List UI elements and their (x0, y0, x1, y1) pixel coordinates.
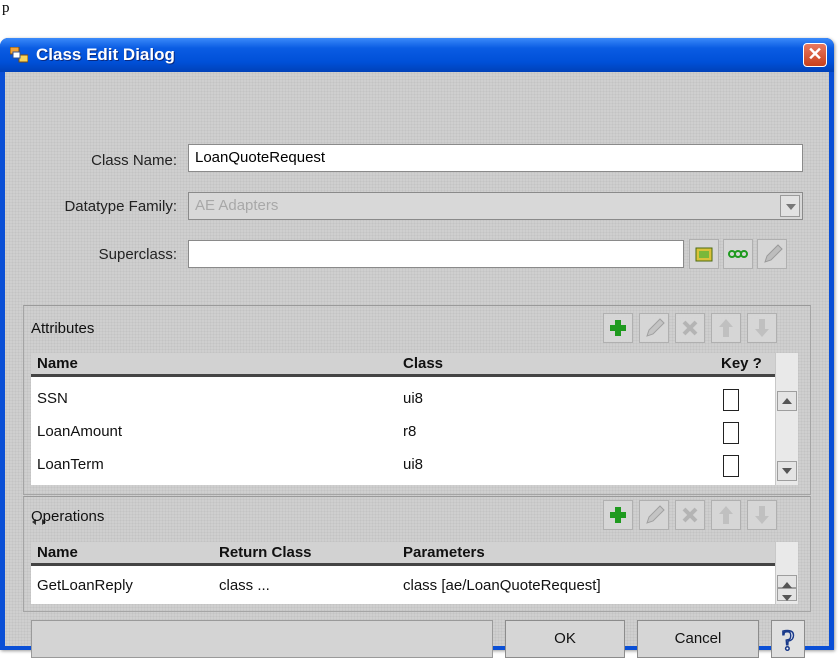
help-icon: ? (781, 623, 796, 658)
add-attribute-button[interactable] (603, 313, 633, 343)
class-edit-dialog: Class Edit Dialog ✕ Class Name: LoanQuot… (0, 38, 834, 658)
operations-scrollbar[interactable] (775, 542, 798, 604)
svg-text:?: ? (781, 624, 794, 657)
edit-operation-button[interactable] (639, 500, 669, 530)
datatype-family-select[interactable]: AE Adapters (188, 192, 803, 220)
edit-attribute-button[interactable] (639, 313, 669, 343)
caption-text: p (2, 0, 10, 16)
operations-table: Name Return Class Parameters GetLoanRepl… (31, 542, 775, 604)
title-bar[interactable]: Class Edit Dialog ✕ (0, 38, 834, 72)
move-attribute-up-button[interactable] (711, 313, 741, 343)
arrow-up-icon (719, 319, 733, 337)
move-attribute-down-button[interactable] (747, 313, 777, 343)
scroll-up-icon[interactable] (777, 575, 797, 588)
column-header-return-class[interactable]: Return Class (219, 544, 312, 561)
pencil-icon (646, 318, 665, 337)
help-button[interactable]: ? (771, 620, 805, 658)
plus-icon (610, 507, 626, 523)
delete-icon (682, 320, 698, 336)
table-row[interactable]: GetLoanReply class ... class [ae/LoanQuo… (31, 570, 775, 603)
edit-superclass-button[interactable] (757, 239, 787, 269)
key-checkbox[interactable] (723, 422, 739, 444)
key-checkbox[interactable] (723, 455, 739, 477)
dialog-title: Class Edit Dialog (36, 45, 175, 64)
scroll-down-icon[interactable] (777, 588, 797, 601)
operations-table-header: Name Return Class Parameters (31, 542, 775, 566)
attribute-name: SSN (37, 390, 68, 407)
operation-parameters: class [ae/LoanQuoteRequest] (403, 577, 601, 594)
column-header-key[interactable]: Key ? (721, 355, 762, 372)
dialog-body: Class Name: LoanQuoteRequest Datatype Fa… (5, 72, 829, 658)
pencil-icon (646, 505, 665, 524)
operation-name: GetLoanReply (37, 577, 133, 594)
ok-button[interactable]: OK (505, 620, 625, 658)
column-header-name[interactable]: Name (37, 355, 78, 372)
datatype-family-label: Datatype Family: (64, 198, 177, 215)
delete-operation-button[interactable] (675, 500, 705, 530)
table-row[interactable]: SSN ui8 (31, 383, 775, 416)
attribute-name: LoanAmount (37, 423, 123, 440)
superclass-input[interactable] (188, 240, 684, 268)
attributes-table: Name Class Key ? SSN ui8 LoanAmount r8 L… (31, 353, 775, 485)
datatype-family-value: AE Adapters (195, 197, 279, 214)
move-operation-up-button[interactable] (711, 500, 741, 530)
browse-class-button[interactable] (689, 239, 719, 269)
table-row[interactable]: LoanAmount r8 (31, 416, 775, 449)
column-header-parameters[interactable]: Parameters (403, 544, 485, 561)
table-row[interactable]: LoanTerm ui8 (31, 449, 775, 482)
attribute-class: ui8 (403, 456, 424, 473)
superclass-label: Superclass: (98, 246, 177, 263)
class-icon (10, 47, 28, 63)
status-field (31, 620, 493, 658)
add-operation-button[interactable] (603, 500, 633, 530)
scroll-up-icon[interactable] (777, 391, 797, 411)
attributes-title: Attributes (31, 320, 95, 337)
attributes-table-header: Name Class Key ? (31, 353, 775, 377)
scroll-down-icon[interactable] (777, 461, 797, 481)
close-button[interactable]: ✕ (803, 43, 827, 67)
class-name-label: Class Name: (91, 152, 177, 169)
close-icon: ✕ (807, 44, 823, 64)
plus-icon (610, 320, 626, 336)
column-header-class[interactable]: Class (403, 355, 443, 372)
column-header-name[interactable]: Name (37, 544, 78, 561)
operation-return-class: class ... (219, 577, 270, 594)
move-operation-down-button[interactable] (747, 500, 777, 530)
delete-attribute-button[interactable] (675, 313, 705, 343)
arrow-down-icon (755, 506, 769, 524)
pencil-icon (764, 244, 783, 263)
attributes-scrollbar[interactable] (775, 353, 798, 485)
attribute-class: ui8 (403, 390, 424, 407)
attribute-name: LoanTerm (37, 456, 104, 473)
cancel-button[interactable]: Cancel (637, 620, 759, 658)
attribute-class: r8 (403, 423, 417, 440)
more-options-button[interactable] (723, 239, 753, 269)
key-checkbox[interactable] (723, 389, 739, 411)
class-name-input[interactable]: LoanQuoteRequest (188, 144, 803, 172)
arrow-down-icon (755, 319, 769, 337)
ellipsis-icon (728, 250, 748, 258)
arrow-up-icon (719, 506, 733, 524)
class-browser-icon (695, 247, 713, 262)
delete-icon (682, 507, 698, 523)
chevron-down-icon[interactable] (780, 195, 800, 217)
operations-title: Operations (31, 508, 105, 525)
